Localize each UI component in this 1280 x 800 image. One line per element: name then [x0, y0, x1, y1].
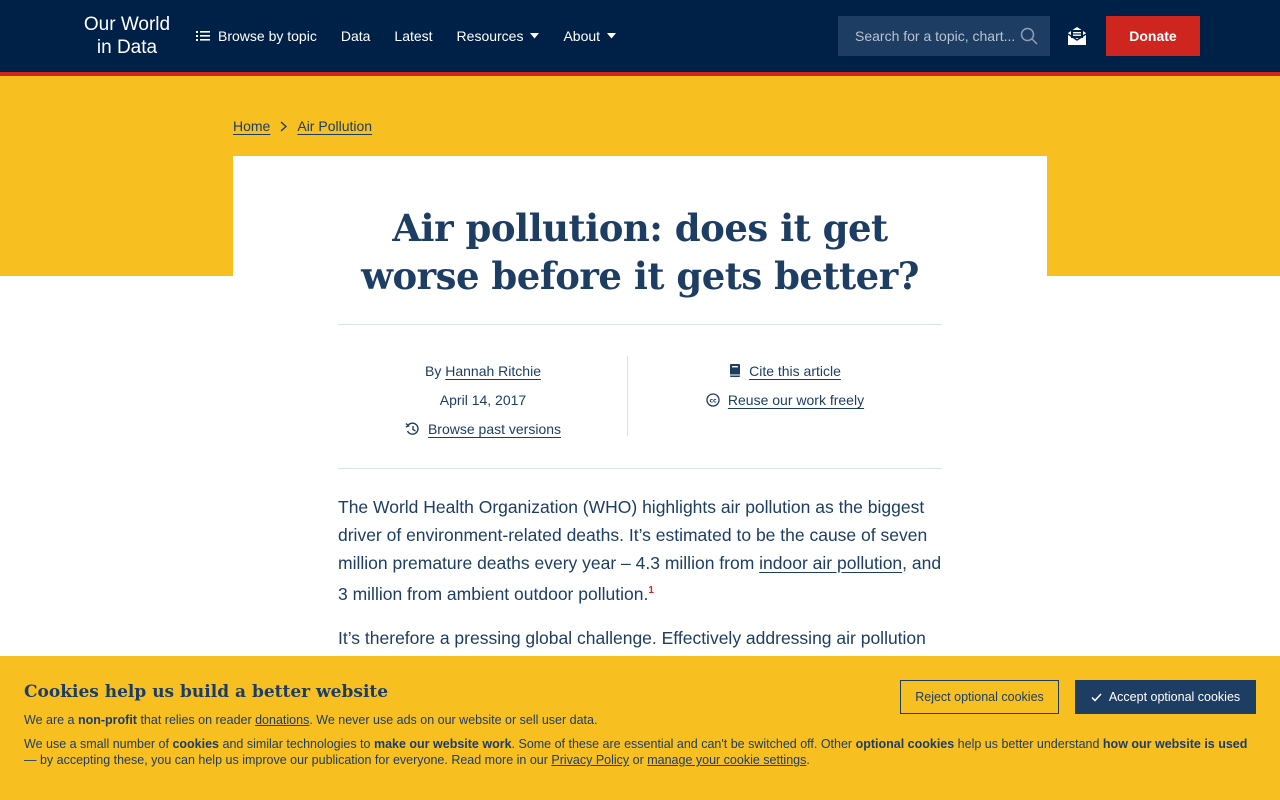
nav-data-label: Data: [340, 28, 371, 44]
logo-line-2: in Data: [96, 37, 158, 58]
nav-browse-label: Browse by topic: [218, 28, 317, 44]
cite-article-link[interactable]: Cite this article: [749, 363, 841, 379]
indoor-air-pollution-link[interactable]: indoor air pollution: [759, 553, 902, 573]
donations-link[interactable]: donations: [255, 713, 309, 727]
breadcrumb-home[interactable]: Home: [233, 118, 270, 134]
mail-icon[interactable]: [1066, 26, 1088, 46]
cookie-p2-d: help us better understand: [954, 737, 1103, 751]
accept-cookies-label: Accept optional cookies: [1108, 690, 1241, 704]
article-actions: Cite this article cc Reuse our work free…: [628, 356, 942, 414]
search-box[interactable]: [838, 16, 1050, 56]
nav-about-label: About: [563, 28, 601, 44]
footnote-ref-1[interactable]: 1: [648, 585, 654, 596]
cookie-title: Cookies help us build a better website: [24, 682, 389, 702]
nav-resources-label: Resources: [456, 28, 524, 44]
browse-past-versions-link[interactable]: Browse past versions: [428, 421, 561, 437]
site-header: Our World in Data Browse by topic Data L…: [0, 0, 1280, 72]
cookie-p1-c: . We never use ads on our website or sel…: [309, 713, 598, 727]
article-body: The World Health Organization (WHO) high…: [338, 493, 942, 668]
list-icon: [196, 31, 210, 41]
check-icon: [1091, 692, 1102, 702]
reject-cookies-button[interactable]: Reject optional cookies: [900, 680, 1059, 714]
nav-resources[interactable]: Resources: [457, 28, 540, 44]
cookie-p2-bold-3: optional cookies: [855, 737, 955, 751]
cookie-p2-bold-2: make our website work: [373, 737, 512, 751]
author-link[interactable]: Hannah Ritchie: [445, 363, 541, 379]
cookie-p2-bold-1: cookies: [172, 737, 220, 751]
history-icon: [405, 422, 419, 435]
cookie-text-2: We use a small number of cookies and sim…: [24, 736, 1256, 768]
divider-bottom: [338, 468, 942, 469]
chevron-right-icon: [280, 121, 288, 131]
site-logo[interactable]: Our World in Data: [80, 13, 174, 59]
article-title: Air pollution: does it get worse before …: [338, 204, 942, 300]
cookie-p2-g: .: [806, 753, 810, 767]
accept-cookies-button[interactable]: Accept optional cookies: [1075, 680, 1256, 714]
paragraph-2: It’s therefore a pressing global challen…: [338, 627, 926, 648]
breadcrumb: Home Air Pollution: [233, 118, 372, 134]
cookie-banner: [0, 656, 1280, 800]
book-icon: [730, 364, 741, 377]
nav-latest-label: Latest: [394, 28, 433, 44]
cookie-p2-f: or: [629, 753, 648, 767]
creative-commons-icon: cc: [706, 392, 720, 407]
paragraph-1: The World Health Organization (WHO) high…: [338, 493, 942, 608]
cookie-p2-a: We use a small number of: [24, 737, 173, 751]
divider-top: [338, 324, 942, 325]
cookie-p1-b: that relies on reader: [136, 713, 256, 727]
cookie-text-1: We are a non-profit that relies on reade…: [24, 712, 1256, 728]
svg-text:cc: cc: [709, 397, 717, 404]
chevron-down-icon: [607, 33, 617, 39]
logo-line-1: Our World: [83, 14, 171, 35]
by-prefix: By: [425, 362, 442, 379]
byline: By Hannah Ritchie April 14, 2017 Browse …: [338, 356, 628, 443]
cite-row: Cite this article: [628, 356, 942, 385]
publish-date: April 14, 2017: [439, 391, 527, 408]
nav-latest[interactable]: Latest: [394, 28, 432, 44]
cookie-p2-e: — by accepting these, you can help us im…: [24, 753, 552, 767]
cookie-p2-bold-4: how our website is used: [1102, 737, 1248, 751]
privacy-policy-link[interactable]: Privacy Policy: [551, 753, 629, 767]
reuse-work-link[interactable]: Reuse our work freely: [728, 392, 864, 408]
chevron-down-icon: [530, 33, 540, 39]
cookie-p2-b: and similar technologies to: [219, 737, 374, 751]
search-input[interactable]: [855, 28, 1015, 44]
cookie-p1-a: We are a: [24, 713, 78, 727]
main-nav: Browse by topic Data Latest Resources Ab…: [196, 0, 640, 72]
nav-browse-by-topic[interactable]: Browse by topic: [196, 28, 317, 44]
cookie-p2-c: . Some of these are essential and can't …: [511, 737, 856, 751]
nav-data[interactable]: Data: [341, 28, 371, 44]
author-line: By Hannah Ritchie: [338, 356, 628, 385]
breadcrumb-air-pollution[interactable]: Air Pollution: [297, 118, 372, 134]
title-line-1: Air pollution: does it get: [392, 206, 888, 250]
reuse-row: cc Reuse our work freely: [628, 385, 942, 414]
donate-button[interactable]: Donate: [1106, 16, 1200, 56]
past-versions-row: Browse past versions: [338, 414, 628, 443]
nav-about[interactable]: About: [563, 28, 617, 44]
search-icon[interactable]: [1020, 27, 1038, 45]
title-line-2: worse before it gets better?: [361, 254, 919, 298]
manage-cookie-settings-link[interactable]: manage your cookie settings: [647, 753, 806, 767]
cookie-p1-bold: non-profit: [77, 713, 137, 727]
